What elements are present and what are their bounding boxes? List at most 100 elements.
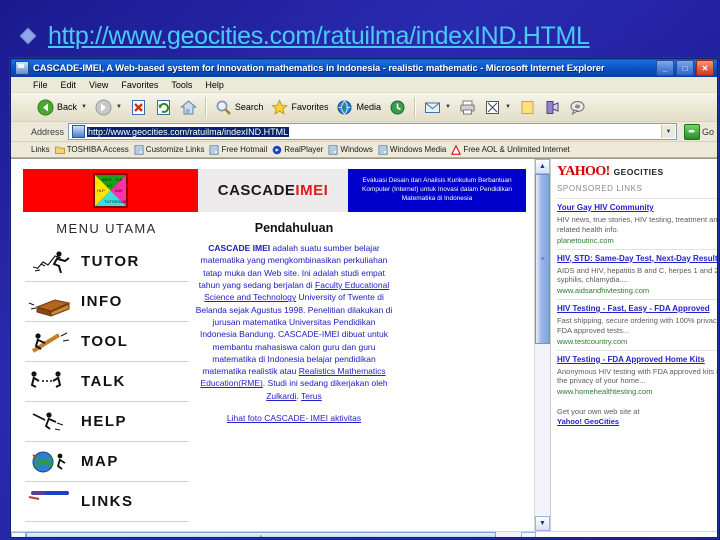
menu-item-help[interactable]: HELP xyxy=(25,402,188,442)
history-button[interactable] xyxy=(385,98,410,117)
link-free-aol[interactable]: Free AOL & Unlimited Internet xyxy=(451,144,570,155)
address-dropdown-icon[interactable]: ▼ xyxy=(660,125,675,138)
menu-item-map[interactable]: MAP xyxy=(25,442,188,482)
address-bar: Address http://www.geocities.com/ratuilm… xyxy=(11,122,717,142)
notes-button[interactable] xyxy=(515,98,540,117)
scroll-right-button[interactable]: ▶ xyxy=(521,532,536,537)
menu-item-tutor[interactable]: TUTOR xyxy=(25,242,188,282)
vertical-scroll-track[interactable]: ≡ xyxy=(535,174,550,516)
page-horizontal-scrollbar[interactable]: ◀ ‖ ▶ xyxy=(11,531,717,537)
link-windows[interactable]: Windows xyxy=(328,144,373,155)
internet-explorer-icon xyxy=(15,61,29,75)
menu-label: TUTOR xyxy=(81,253,140,270)
forward-button[interactable]: ▼ xyxy=(91,98,126,117)
messenger-button[interactable] xyxy=(540,98,565,117)
horizontal-scroll-track[interactable]: ‖ xyxy=(26,532,521,537)
menu-item-favorites[interactable]: Favorites xyxy=(121,80,158,90)
menu-item-talk[interactable]: TALK xyxy=(25,362,188,402)
mail-button[interactable]: ▼ xyxy=(420,98,455,117)
aol-icon xyxy=(451,144,462,155)
ad-description: Anonymous HIV testing with FDA approved … xyxy=(557,366,718,386)
link-windows-media[interactable]: Windows Media xyxy=(378,144,447,155)
edit-dropdown-icon[interactable]: ▼ xyxy=(505,104,511,110)
stop-button[interactable] xyxy=(126,98,151,117)
globe-icon xyxy=(25,447,77,477)
article-link-zulkardi[interactable]: Zulkardi xyxy=(266,391,296,401)
ad-url: planetoutinc.com xyxy=(557,235,614,245)
ad-title[interactable]: HIV Testing - FDA Approved Home Kits xyxy=(557,355,717,365)
photo-gallery-link[interactable]: Lihat foto CASCADE- IMEI aktivitas xyxy=(194,413,394,423)
link-realplayer[interactable]: RealPlayer xyxy=(272,145,323,155)
toolbar-separator-2 xyxy=(413,97,416,117)
link-customize-links[interactable]: Customize Links xyxy=(134,144,204,155)
ad-title[interactable]: HIV, STD: Same-Day Test, Next-Day Result xyxy=(557,254,717,264)
search-button[interactable]: Search xyxy=(211,98,268,117)
menu-item-file[interactable]: File xyxy=(33,80,48,90)
toolbar-separator xyxy=(204,97,207,117)
article-link-terus[interactable]: Terus xyxy=(301,391,322,401)
menu-item-help[interactable]: Help xyxy=(205,80,224,90)
page-vertical-scrollbar[interactable]: ▲ ≡ ▼ xyxy=(534,159,550,531)
ad-url: www.aidsandhivtesting.com xyxy=(557,286,650,295)
geocities-signup-link[interactable]: Yahoo! GeoCities xyxy=(557,417,717,427)
svg-text:HLP: HLP xyxy=(97,188,105,193)
search-label: Search xyxy=(234,102,264,112)
mail-dropdown-icon[interactable]: ▼ xyxy=(445,104,451,110)
discuss-button[interactable] xyxy=(565,98,590,117)
scroll-down-button[interactable]: ▼ xyxy=(535,516,550,531)
ad-item[interactable]: HIV, STD: Same-Day Test, Next-Day Result… xyxy=(557,248,717,300)
links-label: Links xyxy=(31,145,50,154)
svg-text:WW: WW xyxy=(115,188,123,193)
menu-item-view[interactable]: View xyxy=(89,80,108,90)
edit-button[interactable]: ▼ xyxy=(480,98,515,117)
media-button[interactable]: Media xyxy=(332,98,385,117)
slide-url-link[interactable]: http://www.geocities.com/ratuilma/indexI… xyxy=(48,22,590,51)
sponsored-links-panel: YAHOO! GEOCITIES SPONSORED LINKS Your Ga… xyxy=(550,159,718,531)
article: Pendahuluan CASCADE IMEI adalah suatu su… xyxy=(188,221,400,522)
link-free-hotmail[interactable]: Free Hotmail xyxy=(209,144,268,155)
ad-footer: Get your own web site at Yahoo! GeoCitie… xyxy=(557,407,717,427)
menu-item-links[interactable]: LINKS xyxy=(25,482,188,522)
favorites-label: Favorites xyxy=(291,102,329,112)
go-button[interactable]: ➨ Go xyxy=(681,123,717,140)
maximize-button[interactable]: □ xyxy=(676,60,694,76)
menu-item-edit[interactable]: Edit xyxy=(61,80,77,90)
page-icon xyxy=(328,144,338,155)
realplayer-icon xyxy=(272,145,282,155)
running-person-icon xyxy=(25,247,77,277)
menu-item-info[interactable]: INFO xyxy=(25,282,188,322)
menu-item-tools[interactable]: Tools xyxy=(171,80,192,90)
ad-item[interactable]: Your Gay HIV Community HIV news, true st… xyxy=(557,198,717,249)
back-button[interactable]: Back ▼ xyxy=(33,98,91,117)
link-label: Windows Media xyxy=(389,145,447,154)
minimize-button[interactable]: _ xyxy=(656,60,674,76)
link-label: Free AOL & Unlimited Internet xyxy=(463,145,570,154)
article-body: CASCADE IMEI adalah suatu sumber belajar… xyxy=(194,242,394,402)
link-toshiba-access[interactable]: TOSHIBA Access xyxy=(54,145,129,155)
svg-text:TLK: TLK xyxy=(115,177,123,182)
vertical-scroll-thumb[interactable]: ≡ xyxy=(535,174,550,344)
print-button[interactable] xyxy=(455,98,480,117)
back-dropdown-icon[interactable]: ▼ xyxy=(81,104,87,110)
ad-title[interactable]: HIV Testing - Fast, Easy - FDA Approved xyxy=(557,304,717,314)
ad-item[interactable]: HIV Testing - Fast, Easy - FDA Approved … xyxy=(557,299,717,350)
home-button[interactable] xyxy=(176,98,201,117)
page-icon xyxy=(72,125,86,138)
scroll-left-button[interactable]: ◀ xyxy=(11,532,26,537)
menu-item-tool[interactable]: TOOL xyxy=(25,322,188,362)
forward-dropdown-icon[interactable]: ▼ xyxy=(116,104,122,110)
horizontal-scroll-thumb[interactable]: ‖ xyxy=(26,532,496,537)
refresh-button[interactable] xyxy=(151,98,176,117)
menu-label: LINKS xyxy=(81,493,134,510)
favorites-button[interactable]: Favorites xyxy=(267,98,332,117)
scroll-up-button[interactable]: ▲ xyxy=(535,159,550,174)
chain-link-icon xyxy=(25,487,77,517)
ad-item[interactable]: HIV Testing - FDA Approved Home Kits Ano… xyxy=(557,349,718,401)
ad-title[interactable]: Your Gay HIV Community xyxy=(557,203,717,213)
link-label: Free Hotmail xyxy=(221,145,268,154)
menu-label: TOOL xyxy=(81,333,129,350)
close-button[interactable]: ✕ xyxy=(696,60,714,76)
address-input[interactable]: http://www.geocities.com/ratuilma/indexI… xyxy=(68,123,677,140)
person-with-tool-icon xyxy=(25,327,77,357)
go-arrow-icon: ➨ xyxy=(683,123,700,140)
